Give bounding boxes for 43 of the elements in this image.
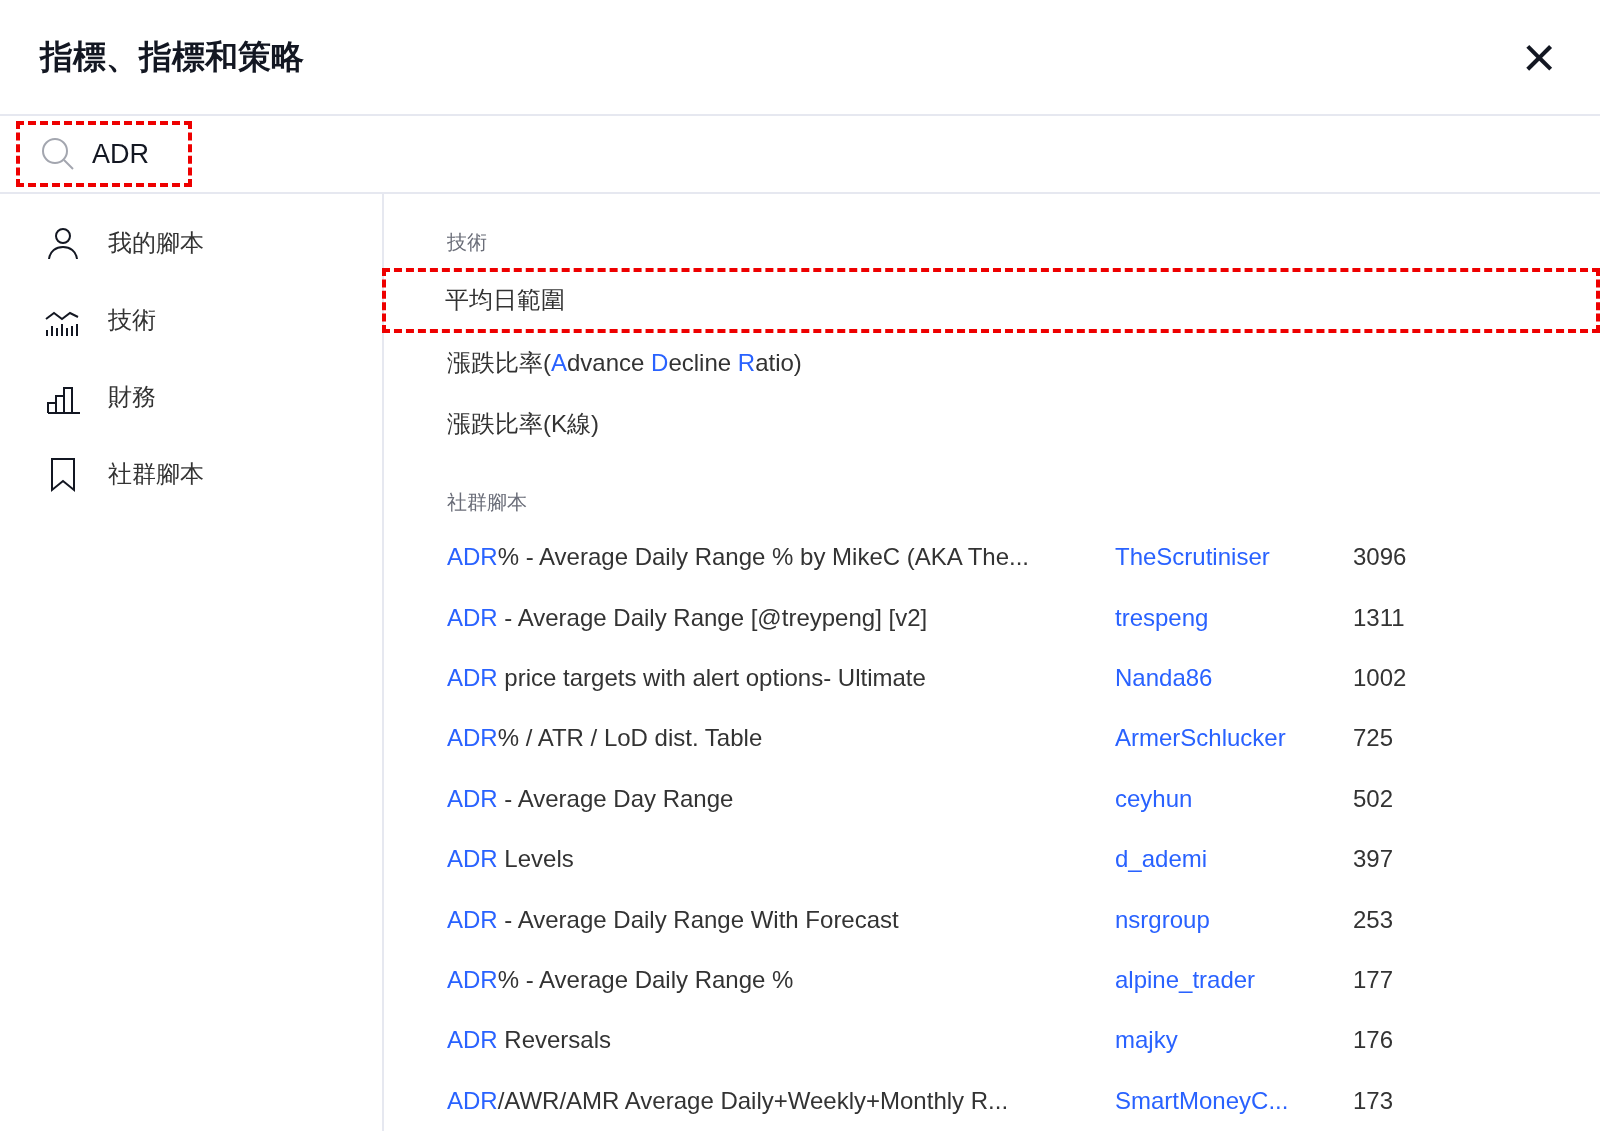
dialog-title: 指標、指標和策略 [40, 36, 304, 77]
sidebar-item[interactable]: 財務 [0, 372, 382, 422]
author-link[interactable]: majky [1115, 1026, 1353, 1055]
indicator-item[interactable]: 漲跌比率(Advance Decline Ratio) [384, 332, 1600, 394]
script-name[interactable]: ADR Reversals [447, 1026, 1115, 1055]
indicator-item[interactable]: 平均日範圍 [382, 267, 1600, 333]
script-name[interactable]: ADR% - Average Daily Range % [447, 966, 1115, 995]
author-link[interactable]: nsrgroup [1115, 905, 1353, 934]
usage-count: 502 [1353, 784, 1395, 813]
sidebar-item[interactable]: 我的腳本 [0, 218, 382, 268]
section-heading: 社群腳本 [446, 489, 528, 515]
script-name[interactable]: ADR/AWR/AMR Average Daily+Weekly+Monthly R... [447, 1086, 1115, 1115]
script-name[interactable]: ADR price targets with alert options- Ultimate [447, 664, 1115, 692]
usage-count: 173 [1353, 1086, 1395, 1115]
author-link[interactable]: alpine_trader [1115, 966, 1353, 995]
script-name[interactable]: ADR - Average Day Range [447, 784, 1115, 813]
usage-count: 1311 [1353, 603, 1406, 632]
indicator-item[interactable]: 漲跌比率(K線) [384, 393, 1600, 454]
sidebar-item[interactable]: 技術 [0, 295, 382, 345]
author-link[interactable]: Nanda86 [1115, 664, 1353, 692]
author-link[interactable]: SmartMoneyC... [1115, 1086, 1353, 1115]
usage-count: 1002 [1353, 664, 1408, 692]
script-name[interactable]: ADR% / ATR / LoD dist. Table [447, 724, 1115, 753]
author-link[interactable]: d_ademi [1115, 845, 1353, 874]
usage-count: 176 [1353, 1026, 1395, 1055]
search-field[interactable]: ADR [92, 138, 152, 170]
usage-count: 397 [1353, 845, 1395, 874]
script-name[interactable]: ADR Levels [447, 845, 1115, 874]
author-link[interactable]: TheScrutiniser [1115, 543, 1353, 572]
usage-count: 725 [1353, 724, 1395, 753]
script-name[interactable]: ADR - Average Daily Range With Forecast [447, 905, 1115, 934]
sidebar-item[interactable]: 社群腳本 [0, 449, 382, 499]
usage-count: 3096 [1353, 543, 1408, 572]
author-link[interactable]: trespeng [1115, 603, 1353, 632]
script-name[interactable]: ADR - Average Daily Range [@treypeng] [v2] [447, 603, 1115, 632]
usage-count: 253 [1353, 905, 1395, 934]
script-name[interactable]: ADR% - Average Daily Range % by MikeC (AKA The... [447, 543, 1115, 572]
search-icon [40, 136, 76, 172]
section-heading: 技術 [446, 230, 488, 256]
usage-count: 177 [1353, 966, 1395, 995]
author-link[interactable]: ArmerSchlucker [1115, 724, 1353, 753]
author-link[interactable]: ceyhun [1115, 784, 1353, 813]
close-button[interactable]: × [1518, 28, 1560, 86]
